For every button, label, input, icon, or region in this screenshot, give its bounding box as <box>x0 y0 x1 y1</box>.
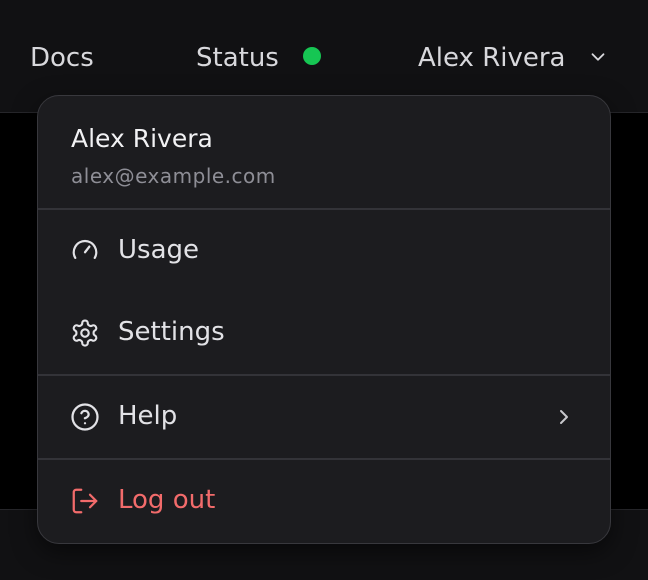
dropdown-user-name: Alex Rivera <box>71 124 213 153</box>
chevron-down-icon[interactable] <box>587 46 609 68</box>
menu-item-settings[interactable]: Settings <box>38 305 610 361</box>
help-circle-icon <box>71 403 99 431</box>
menu-item-help[interactable]: Help <box>38 389 610 445</box>
menu-divider <box>38 374 610 376</box>
menu-item-label: Settings <box>118 317 225 347</box>
menu-item-label: Help <box>118 401 178 431</box>
menu-item-logout[interactable]: Log out <box>38 473 610 529</box>
gear-icon <box>72 319 98 347</box>
status-indicator-dot <box>303 47 321 65</box>
dropdown-user-email: alex@example.com <box>71 164 276 188</box>
user-menu-trigger[interactable]: Alex Rivera <box>418 40 566 76</box>
nav-docs-link[interactable]: Docs <box>30 40 94 76</box>
menu-divider <box>38 458 610 460</box>
logout-icon <box>72 488 98 514</box>
menu-item-usage[interactable]: Usage <box>38 223 610 279</box>
chevron-right-icon <box>560 410 568 424</box>
menu-divider <box>38 208 610 210</box>
user-dropdown-menu: Alex Rivera alex@example.com Usage Setti… <box>37 95 611 544</box>
menu-item-label: Log out <box>118 485 216 515</box>
menu-item-label: Usage <box>118 235 200 265</box>
gauge-icon <box>72 239 98 259</box>
nav-status-link[interactable]: Status <box>196 40 279 76</box>
